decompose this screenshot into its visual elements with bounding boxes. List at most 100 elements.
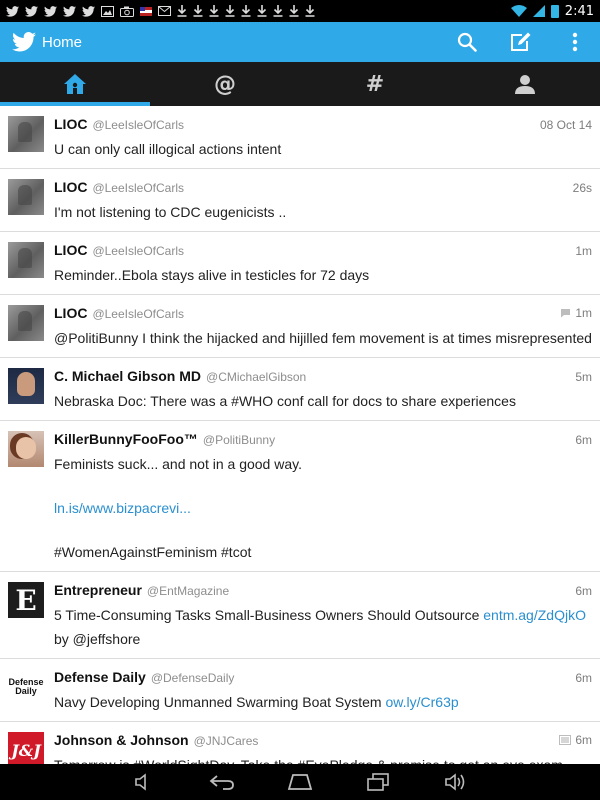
download-icon [225,5,235,17]
wifi-icon [510,5,527,17]
volume-down-button[interactable] [131,771,157,793]
twitter-icon [25,5,38,17]
volume-down-icon [135,773,146,791]
compose-button[interactable] [508,29,534,55]
tweet-author-handle: @LeeIsleOfCarls [92,181,184,195]
tweet-author-name[interactable]: Defense Daily [54,669,146,685]
tweet-text-continued: by @jeffshore [54,631,141,647]
overflow-menu-button[interactable] [562,29,588,55]
avatar[interactable] [8,116,44,152]
tweet-header: LIOC @LeeIsleOfCarls 26s [54,179,592,199]
timeline[interactable]: LIOC @LeeIsleOfCarls 08 Oct 14 U can onl… [0,106,600,764]
tab-home[interactable] [0,62,150,106]
tab-discover[interactable]: # [300,62,450,106]
tweet-author-handle: @JNJCares [193,734,259,748]
page-title: Home [42,33,83,51]
tab-mentions[interactable]: @ [150,62,300,106]
tweet-author-name[interactable]: LIOC [54,242,87,258]
twitter-logo-icon[interactable] [12,32,36,52]
home-button[interactable] [287,771,313,793]
tweet-author-name[interactable]: C. Michael Gibson MD [54,368,201,384]
tweet[interactable]: LIOC @LeeIsleOfCarls 1m Reminder..Ebola … [0,232,600,295]
avatar[interactable]: J&J [8,732,44,764]
avatar[interactable] [8,368,44,404]
system-icons: 2:41 [510,3,594,19]
tab-bar: @ # [0,62,600,106]
avatar-text: J&J [11,740,41,760]
back-icon [209,775,234,790]
tweet-timestamp: 1m [575,306,592,320]
twitter-icon [82,5,95,17]
tweet-timestamp: 5m [575,370,592,384]
tweet-author-name[interactable]: Entrepreneur [54,582,142,598]
tweet-author-handle: @EntMagazine [146,584,230,598]
tweet-text: 5 Time-Consuming Tasks Small-Business Ow… [54,607,480,623]
download-icon [273,5,283,17]
navigation-bar [0,764,600,800]
tweet-link[interactable]: entm.ag/ZdQjkO [483,607,586,623]
tweet-text: Feminists suck... and not in a good way. [54,456,302,472]
notification-icons [6,5,315,17]
tweet[interactable]: LIOC @LeeIsleOfCarls 1m @PolitiBunny I t… [0,295,600,358]
tweet-link[interactable]: ow.ly/Cr63p [386,694,459,710]
tweet-link[interactable]: ln.is/www.bizpacrevi... [54,500,191,516]
tweet-author-name[interactable]: LIOC [54,179,87,195]
download-icon [305,5,315,17]
tweet-body: LIOC @LeeIsleOfCarls 26s I'm not listeni… [54,179,592,223]
recent-apps-button[interactable] [365,771,391,793]
discover-icon: # [365,71,385,97]
avatar[interactable] [8,242,44,278]
tweet[interactable]: E Entrepreneur @EntMagazine 6m 5 Time-Co… [0,572,600,659]
avatar[interactable] [8,431,44,467]
tweet-body: Defense Daily @DefenseDaily 6m Navy Deve… [54,669,592,713]
tweet-author-name[interactable]: LIOC [54,116,87,132]
tweet-body: LIOC @LeeIsleOfCarls 1m @PolitiBunny I t… [54,305,592,349]
tweet-text-line: 5 Time-Consuming Tasks Small-Business Ow… [54,604,592,626]
battery-icon [550,4,559,18]
recent-apps-icon [367,773,389,791]
tweet[interactable]: KillerBunnyFooFoo™ @PolitiBunny 6m Femin… [0,421,600,572]
avatar[interactable]: E [8,582,44,618]
action-bar: Home [0,22,600,62]
action-buttons [454,29,588,55]
tweet-header: Johnson & Johnson @JNJCares 6m [54,732,592,752]
tweet-header: C. Michael Gibson MD @CMichaelGibson 5m [54,368,592,388]
status-bar: 2:41 [0,0,600,22]
home-outline-icon [287,774,313,790]
tweet-header: Defense Daily @DefenseDaily 6m [54,669,592,689]
tweet[interactable]: LIOC @LeeIsleOfCarls 08 Oct 14 U can onl… [0,106,600,169]
tweet-header: Entrepreneur @EntMagazine 6m [54,582,592,602]
avatar[interactable] [8,305,44,341]
tweet[interactable]: C. Michael Gibson MD @CMichaelGibson 5m … [0,358,600,421]
tab-profile[interactable] [450,62,600,106]
signal-icon [532,5,545,17]
tweet[interactable]: LIOC @LeeIsleOfCarls 26s I'm not listeni… [0,169,600,232]
tweet-author-name[interactable]: Johnson & Johnson [54,732,189,748]
tweet-body: C. Michael Gibson MD @CMichaelGibson 5m … [54,368,592,412]
tweet-author-handle: @PolitiBunny [202,433,276,447]
tweet-timestamp: 6m [575,733,592,747]
avatar[interactable] [8,179,44,215]
avatar[interactable]: Defense Daily [8,669,44,705]
tweet-author-handle: @CMichaelGibson [206,370,307,384]
tweet-text: Tomorrow is #WorldSightDay. Take the #Ey… [54,754,592,764]
tweet-author-name[interactable]: KillerBunnyFooFoo™ [54,431,198,447]
twitter-icon [63,5,76,17]
volume-up-button[interactable] [443,771,469,793]
tweet-body: LIOC @LeeIsleOfCarls 08 Oct 14 U can onl… [54,116,592,160]
more-vertical-icon [572,32,578,52]
home-icon [64,74,86,94]
search-button[interactable] [454,29,480,55]
download-icon [257,5,267,17]
tweet-text: Reminder..Ebola stays alive in testicles… [54,267,370,283]
gmail-icon [158,6,171,16]
back-button[interactable] [209,771,235,793]
tweet[interactable]: Defense Daily Defense Daily @DefenseDail… [0,659,600,722]
tweet-body: Entrepreneur @EntMagazine 6m 5 Time-Cons… [54,582,592,650]
tweet-author-name[interactable]: LIOC [54,305,87,321]
twitter-icon [6,5,19,17]
media-icon [559,735,572,745]
tweet[interactable]: J&J Johnson & Johnson @JNJCares 6m Tomor… [0,722,600,764]
clock: 2:41 [564,3,594,19]
tweet-text: Navy Developing Unmanned Swarming Boat S… [54,694,382,710]
